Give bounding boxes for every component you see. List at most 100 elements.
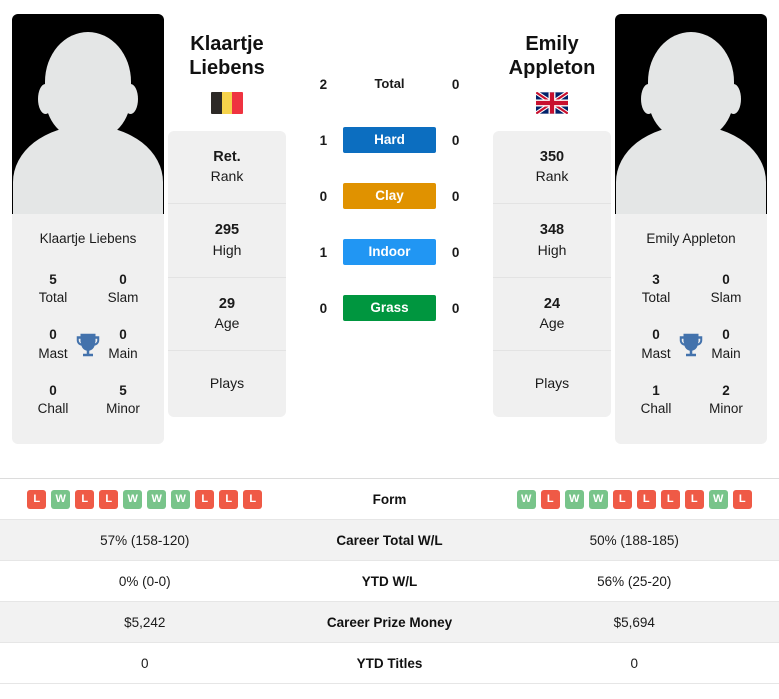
surface-score-left-grass: 0 <box>319 300 328 316</box>
player-info-card-right: 350 Rank 348 High 24 Age Plays <box>493 130 611 418</box>
form-badge-l: L <box>195 489 215 509</box>
surface-score-right-grass: 0 <box>451 300 460 316</box>
info-plays-right: Plays <box>493 351 611 417</box>
table-label-form: Form <box>372 491 407 507</box>
info-high-label-right: High <box>537 241 567 258</box>
stat-minor-label-right: Minor <box>709 401 743 417</box>
info-plays-label-right: Plays <box>534 375 570 392</box>
info-rank-value-left: Ret. <box>213 148 241 165</box>
table-label-ytd-titles: YTD Titles <box>356 655 423 671</box>
stat-slam-label-right: Slam <box>710 290 742 306</box>
info-high-value-left: 295 <box>214 222 240 239</box>
form-badge-l: L <box>612 489 632 509</box>
stat-chall-left: 0 Chall <box>18 382 88 418</box>
stat-minor-label-left: Minor <box>106 401 140 417</box>
form-right: WLWWLLLLWL <box>490 489 779 509</box>
surface-score-left-indoor: 1 <box>319 244 328 260</box>
avatar-ear-right <box>123 84 138 114</box>
info-high-left: 295 High <box>168 204 286 278</box>
form-badge-w: W <box>564 489 584 509</box>
surface-score-left-hard: 1 <box>319 132 328 148</box>
stat-minor-left: 5 Minor <box>88 382 158 418</box>
stat-total-value-left: 5 <box>49 272 57 287</box>
player-last-name-right: Appleton <box>508 57 596 80</box>
player-first-name-right: Emily <box>525 33 579 55</box>
stat-total-left: 5 Total <box>18 271 88 307</box>
surface-label-grass[interactable]: Grass <box>343 295 436 321</box>
career-total-wl-left: 57% (158-120) <box>100 532 190 548</box>
player-name-column-right: Emily Appleton 350 Rank 348 High 24 Age … <box>493 14 611 418</box>
surface-row-hard: 1 Hard 0 <box>310 126 470 154</box>
player-photo-left <box>12 14 164 214</box>
player-name-right: Emily Appleton <box>509 32 596 81</box>
surface-label-total: Total <box>374 76 405 91</box>
info-rank-left: Ret. Rank <box>168 131 286 205</box>
stat-chall-label-right: Chall <box>640 401 672 417</box>
flag-belgium-icon <box>211 91 243 114</box>
info-high-label-left: High <box>212 241 242 258</box>
ytd-titles-right: 0 <box>630 655 638 671</box>
titles-row-mast-main-right: 0 Mast 0 Main <box>621 317 761 372</box>
form-badge-l: L <box>243 489 263 509</box>
form-badge-l: L <box>99 489 119 509</box>
form-badge-l: L <box>27 489 47 509</box>
table-row-ytd-wl: 0% (0-0) YTD W/L 56% (25-20) <box>0 561 779 602</box>
stat-slam-left: 0 Slam <box>88 271 158 307</box>
info-age-label-left: Age <box>214 315 240 332</box>
surface-score-right-clay: 0 <box>451 188 460 204</box>
info-age-left: 29 Age <box>168 278 286 352</box>
table-row-ytd-titles: 0 YTD Titles 0 <box>0 643 779 684</box>
surface-row-indoor: 1 Indoor 0 <box>310 238 470 266</box>
stat-total-label-right: Total <box>641 290 671 306</box>
ytd-wl-left: 0% (0-0) <box>118 573 171 589</box>
player-card-right[interactable]: Emily Appleton 3 Total 0 Slam 0 Mast 0 M… <box>615 14 767 445</box>
info-age-value-right: 24 <box>543 295 561 312</box>
surface-score-right-total: 0 <box>451 76 460 92</box>
stat-slam-value-left: 0 <box>119 272 127 287</box>
player-photo-right <box>615 14 767 214</box>
avatar-body <box>13 126 163 214</box>
flag-united-kingdom-icon <box>536 91 568 114</box>
comparison-table: LWLLWWWLLL Form WLWWLLLLWL 57% (158-120)… <box>0 478 779 684</box>
surface-label-clay[interactable]: Clay <box>343 183 436 209</box>
info-high-value-right: 348 <box>539 222 565 239</box>
career-prize-money-right: $5,694 <box>613 614 655 630</box>
player-card-left[interactable]: Klaartje Liebens 5 Total 0 Slam 0 Mast 0… <box>12 14 164 445</box>
surface-label-indoor[interactable]: Indoor <box>343 239 436 265</box>
form-badge-list-right: WLWWLLLLWL <box>516 489 752 509</box>
form-badge-w: W <box>147 489 167 509</box>
stat-slam-label-left: Slam <box>107 290 139 306</box>
table-row-form: LWLLWWWLLL Form WLWWLLLLWL <box>0 479 779 520</box>
titles-row-total-slam-left: 5 Total 0 Slam <box>18 262 158 317</box>
form-badge-w: W <box>51 489 71 509</box>
surface-row-total: 2 Total 0 <box>310 70 470 98</box>
form-badge-w: W <box>588 489 608 509</box>
player-photo-name-right: Emily Appleton <box>646 231 736 246</box>
stat-total-right: 3 Total <box>621 271 691 307</box>
form-badge-l: L <box>636 489 656 509</box>
info-rank-label-left: Rank <box>210 168 244 185</box>
titles-row-mast-main-left: 0 Mast 0 Main <box>18 317 158 372</box>
trophy-icon <box>73 330 103 360</box>
player-first-name-left: Klaartje <box>190 33 264 55</box>
info-age-label-right: Age <box>539 315 565 332</box>
surface-score-left-total: 2 <box>319 76 328 92</box>
surface-score-left-clay: 0 <box>319 188 328 204</box>
career-total-wl-right: 50% (188-185) <box>589 532 679 548</box>
form-badge-w: W <box>708 489 728 509</box>
surface-row-clay: 0 Clay 0 <box>310 182 470 210</box>
info-plays-label-left: Plays <box>209 375 245 392</box>
stat-total-value-right: 3 <box>652 272 660 287</box>
info-rank-label-right: Rank <box>535 168 569 185</box>
titles-row-chall-minor-right: 1 Chall 2 Minor <box>621 373 761 428</box>
surface-score-right-indoor: 0 <box>451 244 460 260</box>
form-badge-w: W <box>123 489 143 509</box>
player-last-name-left: Liebens <box>189 57 265 80</box>
surface-label-hard[interactable]: Hard <box>343 127 436 153</box>
info-rank-value-right: 350 <box>539 148 565 165</box>
form-badge-list-left: LWLLWWWLLL <box>27 489 263 509</box>
form-badge-w: W <box>516 489 536 509</box>
titles-stats-left: 5 Total 0 Slam 0 Mast 0 Main 0 Chall 5 M… <box>12 262 164 444</box>
form-badge-l: L <box>732 489 752 509</box>
surface-row-grass: 0 Grass 0 <box>310 294 470 322</box>
